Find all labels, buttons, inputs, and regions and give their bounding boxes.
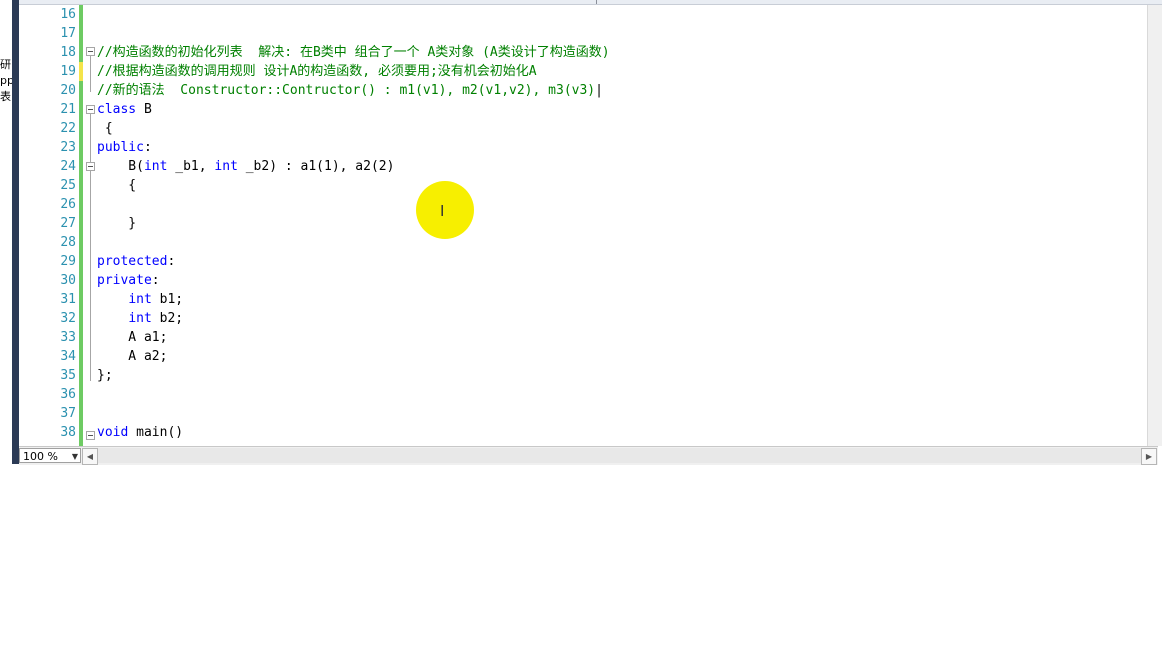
line-number-gutter: 16 17 18 19 20 21 22 23 24 25 26 27 28 2… — [19, 5, 78, 446]
code-text: b2; — [151, 311, 184, 326]
code-text: _b2) : a1(1), a2(2) — [237, 159, 395, 174]
line-number: 18 — [60, 45, 76, 60]
keyword: void — [97, 425, 129, 440]
line-number: 29 — [60, 254, 76, 269]
line-number: 22 — [60, 121, 76, 136]
keyword: class — [97, 102, 137, 117]
line-number: 35 — [60, 368, 76, 383]
left-panel-text-3: 表 — [0, 90, 11, 103]
code-line-24: B(int _b1, int _b2) : a1(1), a2(2) — [97, 157, 394, 176]
editor-top-separator — [596, 0, 597, 4]
line-number: 17 — [60, 26, 76, 41]
editor-bottom-bar: 100 % ▼ ◀ ▶ — [19, 446, 1158, 465]
code-line-30: private: — [97, 271, 160, 290]
line-number: 26 — [60, 197, 76, 212]
code-line-34: A a2; — [97, 349, 168, 364]
line-number: 28 — [60, 235, 76, 250]
line-number: 33 — [60, 330, 76, 345]
code-line-23: public: — [97, 138, 152, 157]
line-number: 32 — [60, 311, 76, 326]
code-line-35: }; — [97, 368, 113, 383]
code-line-29: protected: — [97, 252, 175, 271]
code-comment: //新的语法 Constructor::Contructor() : m1(v1… — [97, 83, 596, 98]
code-text: b1; — [151, 292, 184, 307]
cursor-highlight — [416, 181, 474, 239]
text-cursor-icon: I — [440, 202, 445, 220]
window-left-border — [12, 0, 19, 464]
left-panel-text-1: 研 — [0, 58, 11, 71]
code-line-31: int b1; — [97, 290, 183, 309]
code-text: main() — [128, 425, 184, 440]
line-number: 38 — [60, 425, 76, 440]
line-number: 36 — [60, 387, 76, 402]
zoom-dropdown[interactable]: 100 % ▼ — [19, 448, 81, 463]
keyword: private — [97, 273, 152, 288]
code-text: B — [136, 102, 152, 117]
line-number: 24 — [60, 159, 76, 174]
line-number: 21 — [60, 102, 76, 117]
keyword: int — [128, 311, 152, 326]
outline-guide — [90, 111, 91, 381]
line-number: 37 — [60, 406, 76, 421]
code-text: : — [167, 254, 176, 269]
line-number: 23 — [60, 140, 76, 155]
line-number: 25 — [60, 178, 76, 193]
code-line-19: //根据构造函数的调用规则 设计A的构造函数, 必须要用;没有机会初始化A — [97, 64, 537, 79]
outline-guide — [90, 168, 91, 228]
line-number: 16 — [60, 7, 76, 22]
code-line-38: void main() — [97, 423, 183, 442]
chevron-down-icon: ▼ — [71, 452, 78, 461]
keyword: int — [214, 159, 238, 174]
line-number: 31 — [60, 292, 76, 307]
line-number: 34 — [60, 349, 76, 364]
line-number: 20 — [60, 83, 76, 98]
scroll-left-icon[interactable]: ◀ — [82, 448, 98, 465]
outline-guide — [90, 54, 91, 92]
line-number: 19 — [60, 64, 76, 79]
line-number: 30 — [60, 273, 76, 288]
keyword: protected — [97, 254, 168, 269]
line-number: 27 — [60, 216, 76, 231]
keyword: int — [128, 292, 152, 307]
code-line-32: int b2; — [97, 309, 183, 328]
code-text: B( — [97, 159, 144, 174]
unsaved-change-marker — [79, 62, 83, 81]
horizontal-scrollbar[interactable] — [98, 448, 1141, 463]
code-text-area[interactable]: //构造函数的初始化列表 解决: 在B类中 组合了一个 A类对象 (A类设计了构… — [97, 5, 1147, 446]
zoom-value: 100 % — [23, 450, 58, 463]
code-text: : — [143, 140, 152, 155]
code-line-27: } — [97, 216, 137, 231]
code-line-21: class B — [97, 100, 152, 119]
collapse-toggle-icon[interactable] — [86, 431, 95, 440]
vertical-scrollbar[interactable] — [1147, 5, 1162, 446]
code-line-18: //构造函数的初始化列表 解决: 在B类中 组合了一个 A类对象 (A类设计了构… — [97, 45, 610, 60]
scroll-right-icon[interactable]: ▶ — [1141, 448, 1157, 465]
code-text: : — [151, 273, 160, 288]
keyword: public — [97, 140, 144, 155]
keyword: int — [143, 159, 168, 174]
collapse-toggle-icon[interactable] — [86, 162, 95, 171]
code-line-25: { — [97, 178, 137, 193]
code-line-33: A a1; — [97, 330, 168, 345]
code-line-20: //新的语法 Constructor::Contructor() : m1(v1… — [97, 83, 603, 98]
collapse-toggle-icon[interactable] — [86, 47, 95, 56]
code-text: _b1, — [167, 159, 215, 174]
code-line-22: { — [97, 121, 113, 136]
collapse-toggle-icon[interactable] — [86, 105, 95, 114]
